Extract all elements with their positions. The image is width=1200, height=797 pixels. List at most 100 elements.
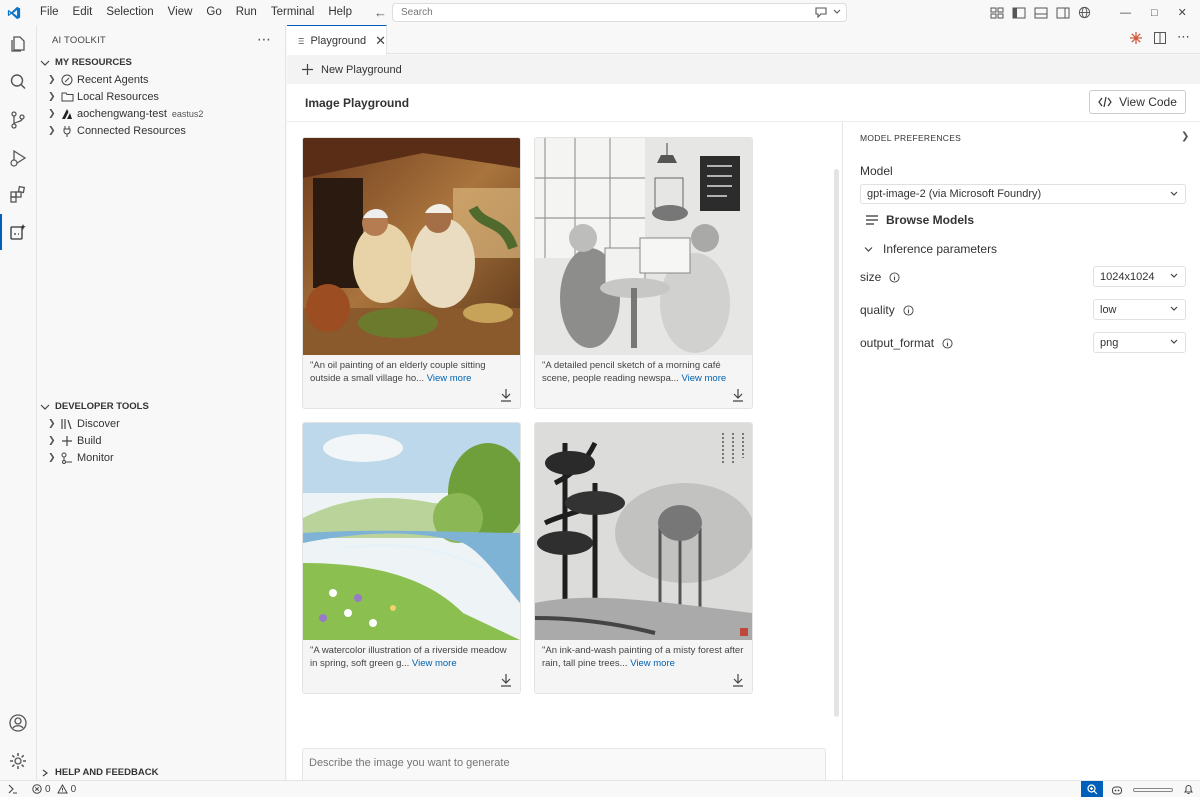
view-more-link[interactable]: View more	[630, 658, 675, 669]
editor-tab-bar: Playground ✕ ⋯	[287, 25, 1200, 55]
gallery-scrollbar[interactable]	[834, 169, 839, 717]
prompt-input[interactable]	[309, 757, 709, 769]
browse-models-button[interactable]: Browse Models	[866, 213, 974, 227]
menu-help[interactable]: Help	[321, 0, 359, 25]
notifications-bell-icon[interactable]	[1183, 784, 1194, 795]
globe-icon[interactable]	[1078, 6, 1091, 19]
size-label: size	[860, 270, 900, 284]
inference-parameters-toggle[interactable]: Inference parameters	[864, 242, 997, 256]
quality-select[interactable]: low	[1093, 299, 1186, 320]
problems-indicator[interactable]: 0 0	[32, 784, 76, 795]
generated-image-watercolor-meadow[interactable]	[303, 423, 520, 640]
quality-label: quality	[860, 303, 914, 317]
chevron-right-icon: ❯	[48, 125, 56, 135]
tree-item-recent-agents[interactable]: ❯ Recent Agents	[48, 71, 149, 88]
info-icon[interactable]	[889, 271, 900, 283]
chevron-right-icon: ❯	[48, 74, 56, 84]
chevron-right-icon: ❯	[48, 108, 56, 118]
download-icon[interactable]	[732, 388, 744, 402]
library-icon	[60, 417, 74, 431]
back-arrow-icon[interactable]: ←	[374, 5, 387, 20]
plus-icon	[60, 434, 74, 448]
tree-item-discover[interactable]: ❯ Discover	[48, 415, 120, 432]
search-icon[interactable]	[6, 70, 30, 94]
menu-terminal[interactable]: Terminal	[264, 0, 321, 25]
close-window-icon[interactable]: ✕	[1178, 6, 1187, 19]
menu-view[interactable]: View	[161, 0, 200, 25]
download-icon[interactable]	[500, 673, 512, 687]
minimize-icon[interactable]: —	[1120, 7, 1131, 19]
section-help-feedback[interactable]: HELP AND FEEDBACK	[40, 767, 158, 778]
generated-image-ink-wash-forest[interactable]	[535, 423, 752, 640]
toggle-panel-icon[interactable]	[1034, 7, 1048, 19]
run-debug-icon[interactable]	[6, 146, 30, 170]
section-developer-tools[interactable]: DEVELOPER TOOLS	[40, 401, 149, 412]
zoom-button[interactable]	[1081, 781, 1103, 797]
output-format-select[interactable]: png	[1093, 332, 1186, 353]
view-code-label: View Code	[1119, 95, 1177, 109]
toggle-secondary-sidebar-icon[interactable]	[1056, 7, 1070, 19]
error-icon	[32, 784, 42, 794]
info-icon[interactable]	[942, 337, 953, 349]
settings-gear-icon[interactable]	[6, 749, 30, 773]
menu-run[interactable]: Run	[229, 0, 264, 25]
chevron-right-icon: ❯	[48, 452, 56, 462]
more-actions-icon[interactable]: ⋯	[257, 31, 271, 48]
chevron-down-icon	[864, 246, 873, 252]
sidebar-title: AI TOOLKIT	[52, 35, 106, 46]
image-gallery: "An oil painting of an elderly couple si…	[287, 122, 841, 797]
copilot-chat-button[interactable]	[808, 2, 847, 21]
tree-item-local-resources[interactable]: ❯ Local Resources	[48, 88, 159, 105]
source-control-icon[interactable]	[6, 108, 30, 132]
view-more-link[interactable]: View more	[427, 373, 472, 384]
new-playground-button[interactable]: New Playground	[287, 55, 1200, 84]
menu-file[interactable]: File	[33, 0, 66, 25]
model-label: Model	[860, 164, 893, 178]
tree-item-build[interactable]: ❯ Build	[48, 432, 101, 449]
chevron-right-icon: ❯	[48, 435, 56, 445]
menu-edit[interactable]: Edit	[66, 0, 100, 25]
menu-go[interactable]: Go	[199, 0, 228, 25]
maximize-icon[interactable]: □	[1151, 7, 1158, 19]
param-label: quality	[860, 303, 895, 317]
remote-icon[interactable]	[8, 784, 18, 794]
menu-selection[interactable]: Selection	[99, 0, 160, 25]
tree-item-monitor[interactable]: ❯ Monitor	[48, 449, 114, 466]
monitor-icon	[60, 451, 74, 465]
download-icon[interactable]	[732, 673, 744, 687]
split-editor-icon[interactable]	[1153, 31, 1167, 45]
status-bar: 0 0	[0, 780, 1200, 797]
model-select[interactable]: gpt-image-2 (via Microsoft Foundry)	[860, 184, 1186, 204]
collapse-chevron-icon[interactable]: ❯	[1181, 131, 1189, 142]
zoom-icon	[1086, 784, 1097, 795]
sparkle-icon[interactable]	[1129, 31, 1143, 45]
info-icon[interactable]	[903, 304, 914, 316]
size-select[interactable]: 1024x1024	[1093, 266, 1186, 287]
chevron-down-icon	[1170, 191, 1178, 196]
download-icon[interactable]	[500, 388, 512, 402]
copilot-status-icon[interactable]	[1111, 784, 1123, 796]
tree-item-foundry-project[interactable]: ❯ aochengwang-test eastus2	[48, 105, 203, 122]
tab-playground[interactable]: Playground ✕	[287, 25, 387, 55]
view-code-button[interactable]: View Code	[1089, 90, 1186, 114]
status-slider[interactable]	[1133, 788, 1173, 792]
command-search-input[interactable]: Search	[392, 3, 847, 22]
generated-image-oil-painting[interactable]	[303, 138, 520, 355]
plug-icon	[60, 124, 74, 138]
more-actions-icon[interactable]: ⋯	[1177, 30, 1190, 45]
toggle-sidebar-icon[interactable]	[1012, 7, 1026, 19]
region-label: eastus2	[171, 108, 204, 119]
sidebar: AI TOOLKIT ⋯ MY RESOURCES ❯ Recent Agent…	[37, 25, 286, 780]
generated-image-pencil-sketch[interactable]	[535, 138, 752, 355]
account-icon[interactable]	[6, 711, 30, 735]
view-more-link[interactable]: View more	[681, 373, 726, 384]
extensions-icon[interactable]	[6, 183, 30, 207]
ai-toolkit-icon[interactable]	[6, 220, 30, 244]
section-my-resources[interactable]: MY RESOURCES	[40, 57, 132, 68]
close-icon[interactable]: ✕	[375, 33, 386, 49]
view-more-link[interactable]: View more	[412, 658, 457, 669]
tree-item-connected-resources[interactable]: ❯ Connected Resources	[48, 122, 186, 139]
customize-layout-icon[interactable]	[990, 7, 1004, 19]
explorer-icon[interactable]	[6, 32, 30, 56]
chevron-down-icon	[40, 404, 50, 410]
